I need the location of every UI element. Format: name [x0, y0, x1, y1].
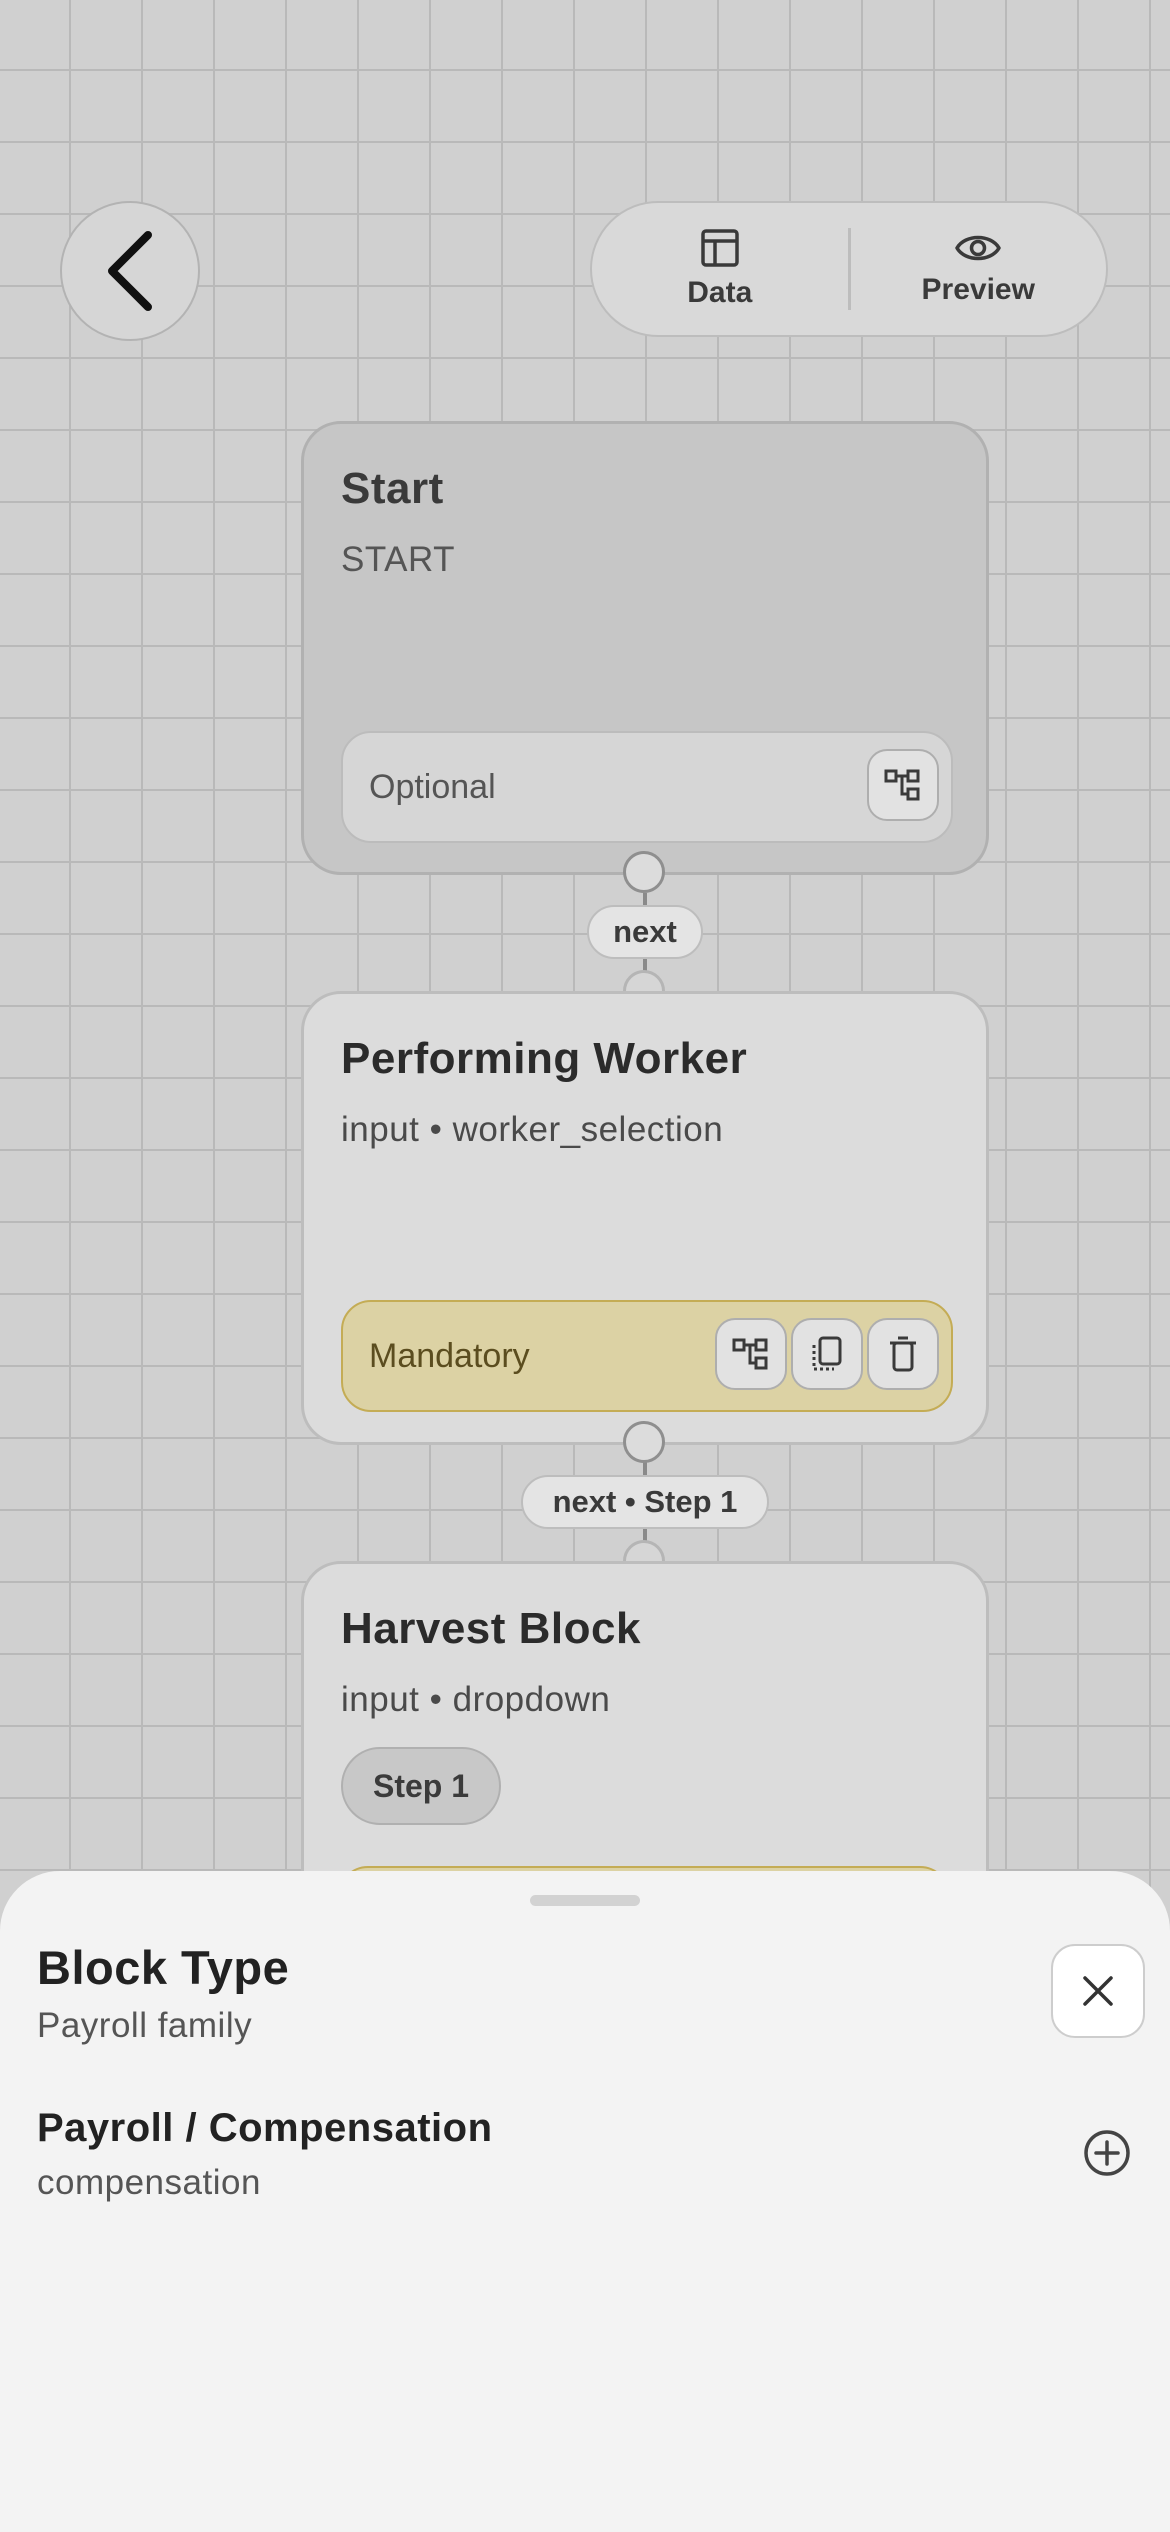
table-icon [701, 229, 739, 267]
hierarchy-icon [732, 1338, 768, 1370]
sheet-subtitle: Payroll family [37, 2006, 253, 2045]
node-requirement-bar: Optional [341, 731, 953, 843]
sheet-title: Block Type [37, 1941, 290, 1994]
edge-label[interactable]: next [587, 905, 703, 959]
plus-circle-icon [1084, 2130, 1130, 2176]
node-type: START [341, 540, 455, 579]
close-button[interactable] [1051, 1944, 1145, 2038]
duplicate-button[interactable] [791, 1318, 863, 1390]
hierarchy-icon [884, 769, 920, 801]
add-option-button[interactable] [1079, 2125, 1135, 2181]
branch-button[interactable] [867, 749, 939, 821]
node-start[interactable]: Start START Optional [301, 421, 989, 875]
step-tag[interactable]: Step 1 [341, 1747, 502, 1825]
node-performing-worker[interactable]: Performing Worker input • worker_selecti… [301, 991, 989, 1445]
data-label: Data [687, 276, 753, 309]
node-title: Harvest Block [341, 1604, 641, 1653]
node-title: Performing Worker [341, 1034, 748, 1083]
chevron-left-icon [108, 231, 152, 311]
copy-icon [812, 1336, 842, 1371]
top-toolbar: Data Preview [590, 201, 1108, 337]
output-port[interactable] [623, 1421, 665, 1463]
sheet-drag-handle[interactable] [530, 1895, 640, 1906]
preview-label: Preview [921, 273, 1035, 306]
option-subtitle: compensation [37, 2163, 261, 2202]
output-port[interactable] [623, 851, 665, 893]
edge-label[interactable]: next • Step 1 [521, 1475, 769, 1529]
node-type: input • dropdown [341, 1680, 611, 1719]
requirement-label: Optional [369, 767, 496, 806]
trash-icon [890, 1336, 916, 1372]
node-requirement-bar: Mandatory [341, 1300, 953, 1412]
eye-icon [955, 235, 1001, 261]
branch-button[interactable] [715, 1318, 787, 1390]
preview-button[interactable]: Preview [851, 203, 1107, 335]
node-type: input • worker_selection [341, 1110, 724, 1149]
block-type-sheet: Block Type Payroll family Payroll / Comp… [0, 1871, 1170, 2532]
requirement-label: Mandatory [369, 1336, 530, 1375]
back-button[interactable] [60, 201, 200, 341]
delete-button[interactable] [867, 1318, 939, 1390]
node-title: Start [341, 464, 444, 513]
data-button[interactable]: Data [592, 203, 848, 335]
option-title[interactable]: Payroll / Compensation [37, 2106, 493, 2151]
close-icon [1083, 1976, 1113, 2006]
